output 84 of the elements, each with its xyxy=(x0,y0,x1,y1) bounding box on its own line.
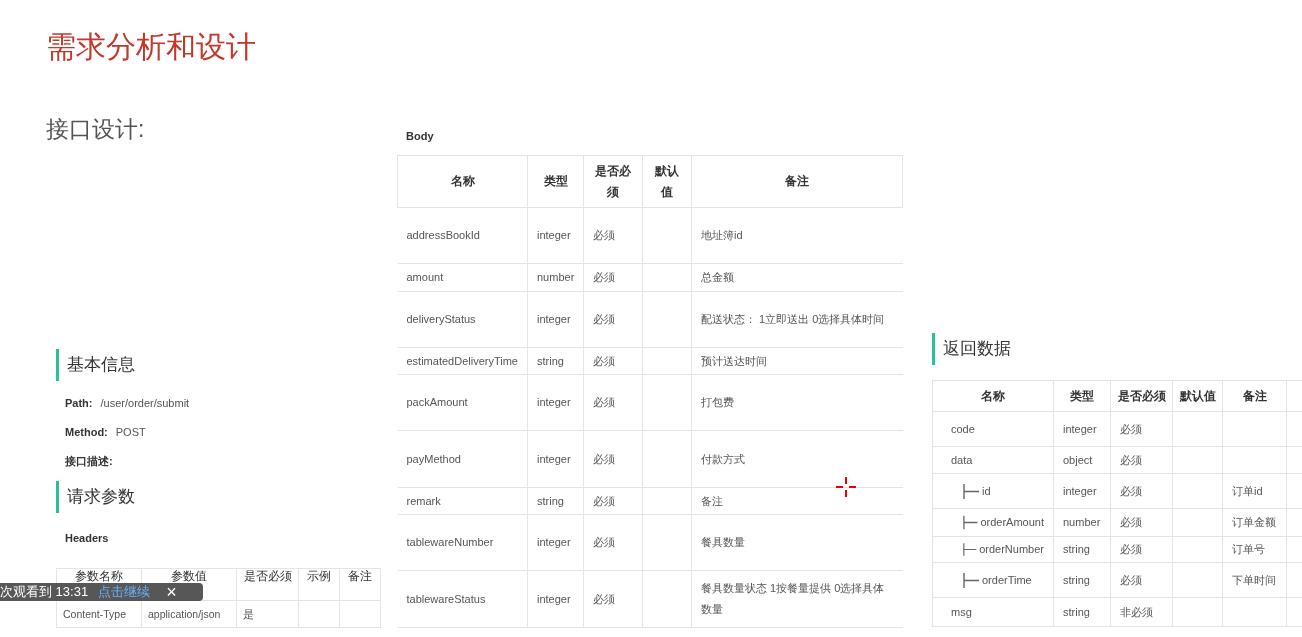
table-cell: 必须 xyxy=(1110,411,1173,447)
column-header: 备注 xyxy=(1222,380,1287,412)
table-cell: 必须 xyxy=(583,347,643,375)
column-header: 默认值 xyxy=(642,155,692,208)
table-cell: 必须 xyxy=(1110,473,1173,509)
table-cell: 订单金额 xyxy=(1222,508,1287,537)
crosshair-cursor-icon xyxy=(836,477,856,497)
table-cell: string xyxy=(1053,536,1111,563)
table-cell-text: orderTime xyxy=(982,572,1032,588)
field-value: /user/order/submit xyxy=(100,395,190,411)
headers-label: Headers xyxy=(64,531,110,546)
table-cell: estimatedDeliveryTime xyxy=(397,347,528,375)
table-cell: 必须 xyxy=(1110,536,1173,563)
table-cell: integer xyxy=(527,207,584,264)
table-cell: integer xyxy=(1053,411,1111,447)
table-cell-text: orderNumber xyxy=(979,542,1044,558)
column-header: 名称 xyxy=(932,380,1054,412)
column-header: 是否必须 xyxy=(1110,380,1173,412)
table-cell: number xyxy=(527,263,584,292)
slide-title: 需求分析和设计 xyxy=(46,29,257,65)
table-cell: 必须 xyxy=(583,207,643,264)
column-header: 备注 xyxy=(691,155,903,208)
column-header: 示例 xyxy=(298,568,340,600)
table-cell: addressBookId xyxy=(397,207,528,264)
tree-branch-icon xyxy=(963,542,978,557)
column-header: 名称 xyxy=(397,155,528,208)
table-cell: number xyxy=(1053,508,1111,537)
table-cell: string xyxy=(527,487,584,515)
table-cell: amount xyxy=(397,263,528,292)
section-heading: 基本信息 xyxy=(67,354,135,377)
field-label: Method: xyxy=(65,424,108,440)
table-cell: string xyxy=(527,347,584,375)
column-header: 是否必须 xyxy=(236,568,299,600)
table-cell: remark xyxy=(397,487,528,515)
table-cell: object xyxy=(1053,446,1111,474)
column-header: 类型 xyxy=(527,155,584,208)
section-heading: 请求参数 xyxy=(67,486,135,509)
column-header: 是否必须 xyxy=(583,155,643,208)
body-label: Body xyxy=(405,129,435,144)
table-cell: 必须 xyxy=(583,291,643,348)
table-cell: integer xyxy=(527,570,584,628)
slide-subtitle: 接口设计: xyxy=(46,115,146,143)
table-cell: string xyxy=(1053,597,1111,627)
column-header: 备注 xyxy=(339,568,381,600)
column-header: 默认值 xyxy=(1172,380,1223,412)
table-cell: 非必须 xyxy=(1110,597,1173,627)
table-cell: 必须 xyxy=(583,514,643,571)
table-cell-text: id xyxy=(982,483,991,499)
table-cell: integer xyxy=(527,291,584,348)
table-cell-text: code xyxy=(951,421,975,437)
table-cell: integer xyxy=(527,430,584,488)
table-cell: 必须 xyxy=(583,374,643,431)
table-cell: 必须 xyxy=(1110,562,1173,598)
table-cell: 下单时间 xyxy=(1222,562,1287,598)
table-cell: 是 xyxy=(236,600,299,627)
table-cell: deliveryStatus xyxy=(397,291,528,348)
table-cell: 必须 xyxy=(1110,508,1173,537)
field-label: Path: xyxy=(65,395,93,411)
tree-branch-icon xyxy=(963,483,980,499)
field-value: POST xyxy=(115,424,146,440)
close-button[interactable]: × xyxy=(166,583,177,601)
section-heading: 返回数据 xyxy=(943,338,1011,361)
table-cell-text: data xyxy=(951,452,973,468)
table-cell: 必须 xyxy=(1110,446,1173,474)
table-cell: integer xyxy=(527,514,584,571)
table-cell: 必须 xyxy=(583,570,643,628)
table-cell: 必须 xyxy=(583,263,643,292)
column-header: 类型 xyxy=(1053,380,1111,412)
table-cell: string xyxy=(1053,562,1111,598)
table-cell: tablewareStatus xyxy=(397,570,528,628)
field-label: 接口描述: xyxy=(65,453,113,469)
table-cell: packAmount xyxy=(397,374,528,431)
tree-branch-icon xyxy=(963,572,980,588)
table-cell: tablewareNumber xyxy=(397,514,528,571)
table-cell-text: msg xyxy=(951,604,972,620)
table-cell: payMethod xyxy=(397,430,528,488)
table-cell: integer xyxy=(1053,473,1111,509)
table-cell: 必须 xyxy=(583,487,643,515)
table-cell: integer xyxy=(527,374,584,431)
table-cell: 订单号 xyxy=(1222,536,1287,563)
table-cell: 必须 xyxy=(583,430,643,488)
tree-branch-icon xyxy=(963,515,979,530)
table-cell-text: orderAmount xyxy=(980,515,1044,531)
table-cell: 订单id xyxy=(1222,473,1287,509)
